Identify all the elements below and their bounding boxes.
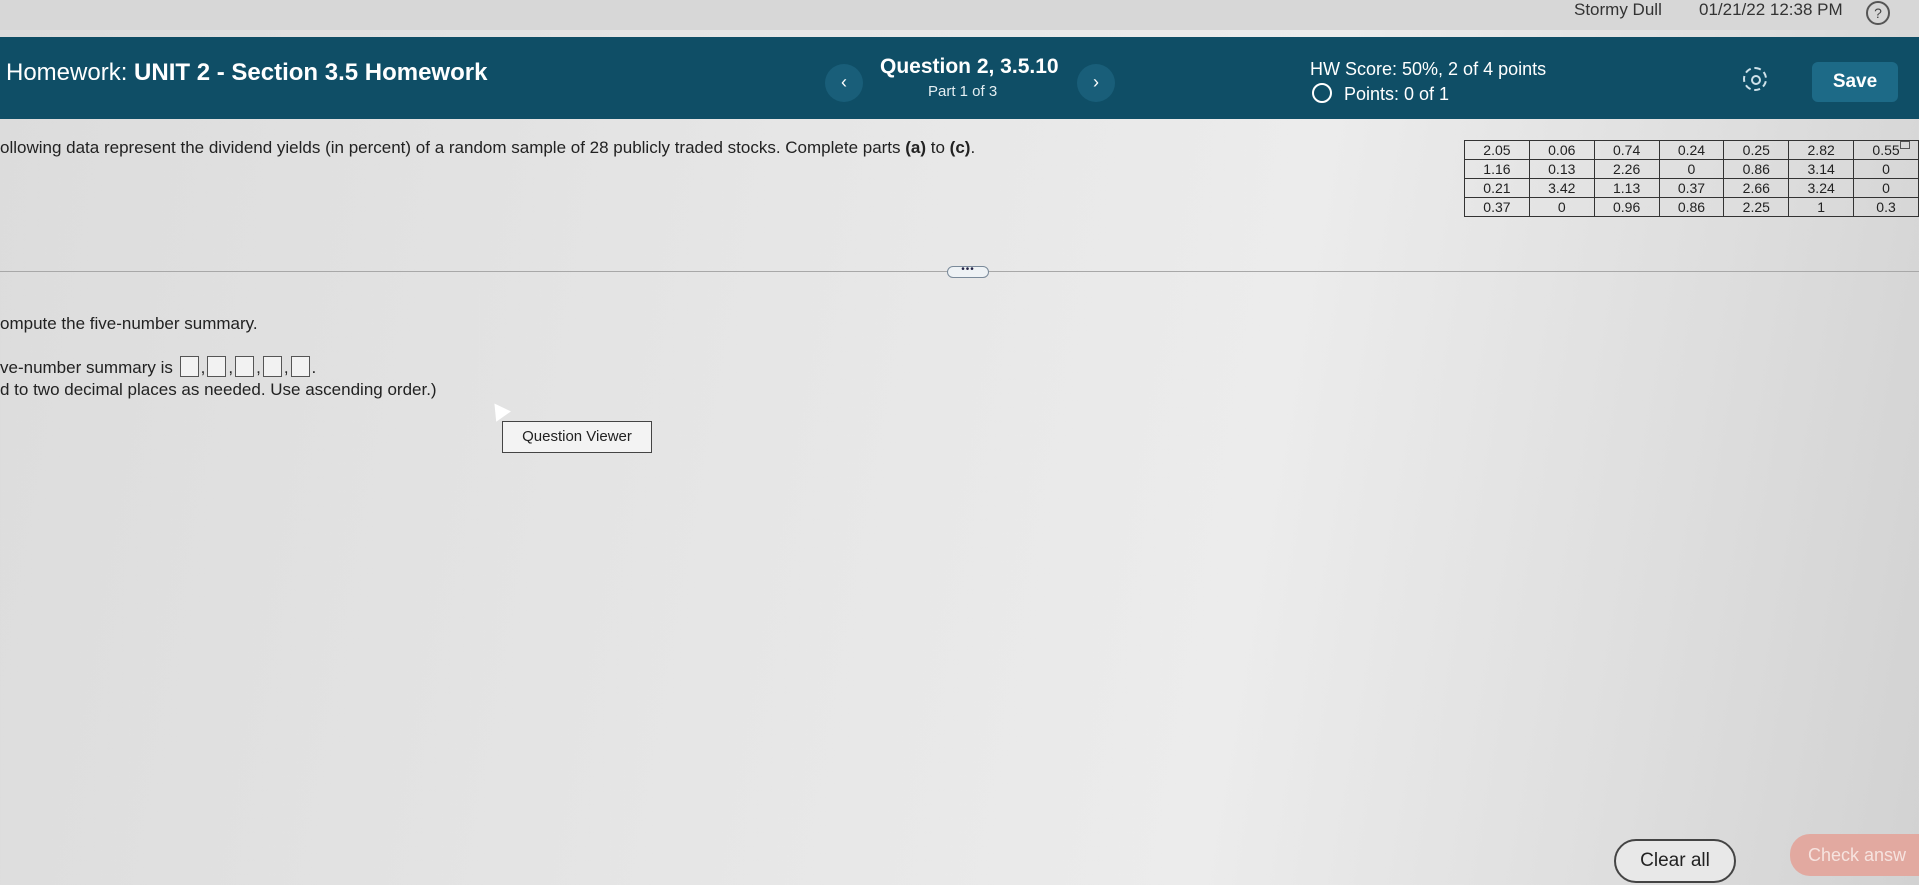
table-row: 2.05 0.06 0.74 0.24 0.25 2.82 0.55 — [1464, 140, 1919, 160]
table-cell: 0.13 — [1528, 159, 1595, 179]
clear-all-button[interactable]: Clear all — [1614, 839, 1736, 883]
homework-header: Homework: UNIT 2 - Section 3.5 Homework … — [0, 37, 1919, 119]
table-cell: 1.16 — [1464, 159, 1530, 179]
question-title: Question 2, 3.5.10 — [880, 55, 1059, 78]
part-a-label: (a) — [905, 138, 927, 157]
table-row: 0.21 3.42 1.13 0.37 2.66 3.24 0 — [1464, 178, 1919, 198]
copy-table-icon[interactable] — [1900, 141, 1910, 149]
part-instruction: ompute the five-number summary. — [0, 314, 258, 333]
mouse-cursor-icon — [487, 398, 511, 422]
datetime: 01/21/22 12:38 PM — [1699, 0, 1843, 19]
table-cell: 0 — [1528, 197, 1595, 217]
table-cell: 1 — [1788, 197, 1855, 217]
table-cell: 0.24 — [1658, 140, 1725, 160]
summary-prefix: ve-number summary is — [0, 358, 173, 377]
table-cell: 2.05 — [1464, 140, 1530, 160]
table-cell: 0.37 — [1464, 197, 1530, 217]
next-question-button[interactable]: › — [1077, 64, 1115, 102]
homework-prefix: Homework: — [6, 59, 128, 86]
table-cell: 0 — [1658, 159, 1725, 179]
table-cell: 1.13 — [1593, 178, 1660, 198]
table-cell: 0.86 — [1658, 197, 1725, 217]
answer-box-q1[interactable] — [207, 356, 227, 377]
expand-handle-button[interactable]: ••• — [947, 265, 989, 278]
previous-question-button[interactable]: ‹ — [825, 64, 863, 102]
prompt-period: . — [970, 138, 976, 157]
question-viewer-button[interactable]: Question Viewer — [502, 421, 652, 453]
data-table: 2.05 0.06 0.74 0.24 0.25 2.82 0.55 1.16 … — [1464, 140, 1919, 217]
check-answer-button[interactable]: Check answ — [1790, 834, 1919, 876]
rounding-hint: d to two decimal places as needed. Use a… — [0, 380, 437, 399]
gear-icon[interactable] — [1743, 67, 1767, 91]
prompt-to: to — [926, 138, 950, 157]
hw-score: HW Score: 50%, 2 of 4 points — [1310, 59, 1547, 79]
prompt-text: ollowing data represent the dividend yie… — [0, 138, 906, 157]
table-cell: 3.24 — [1788, 178, 1855, 198]
answer-box-median[interactable] — [235, 356, 255, 377]
table-cell: 0 — [1853, 178, 1919, 198]
answer-box-q3[interactable] — [262, 356, 282, 377]
table-cell: 0.86 — [1723, 159, 1790, 179]
chevron-right-icon: › — [1093, 72, 1099, 92]
table-cell: 0.06 — [1528, 140, 1595, 160]
question-part: Part 1 of 3 — [928, 83, 998, 100]
table-cell: 0 — [1853, 159, 1919, 179]
table-cell: 2.25 — [1723, 197, 1790, 217]
table-cell: 0.74 — [1593, 140, 1660, 160]
help-icon[interactable]: ? — [1866, 1, 1890, 25]
points-text: Points: 0 of 1 — [1344, 84, 1450, 104]
answer-box-min[interactable] — [179, 356, 199, 377]
table-cell: 0.3 — [1853, 197, 1919, 217]
problem-prompt: ollowing data represent the dividend yie… — [0, 138, 975, 158]
homework-title: Homework: UNIT 2 - Section 3.5 Homework — [6, 59, 487, 87]
table-row: 1.16 0.13 2.26 0 0.86 3.14 0 — [1464, 159, 1919, 179]
homework-name: UNIT 2 - Section 3.5 Homework — [134, 59, 488, 86]
five-number-summary-line: ve-number summary is ,,,,. — [0, 356, 317, 377]
table-cell: 2.26 — [1593, 159, 1660, 179]
table-cell: 0.25 — [1723, 140, 1790, 160]
table-cell: 2.66 — [1723, 178, 1790, 198]
table-cell: 3.14 — [1788, 159, 1855, 179]
system-bar: Stormy Dull 01/21/22 12:38 PM ? — [0, 0, 1919, 30]
table-cell: 0.37 — [1658, 178, 1725, 198]
user-name: Stormy Dull — [1574, 0, 1662, 19]
table-row: 0.37 0 0.96 0.86 2.25 1 0.3 — [1464, 197, 1919, 217]
answer-box-max[interactable] — [290, 356, 310, 377]
points-status: Points: 0 of 1 — [1312, 83, 1449, 105]
table-cell: 0.21 — [1464, 178, 1530, 198]
chevron-left-icon: ‹ — [841, 72, 847, 92]
table-cell: 3.42 — [1528, 178, 1595, 198]
status-circle-icon — [1312, 83, 1332, 103]
table-cell: 2.82 — [1788, 140, 1855, 160]
table-cell: 0.96 — [1593, 197, 1660, 217]
part-c-label: (c) — [949, 138, 971, 157]
save-button[interactable]: Save — [1812, 62, 1898, 102]
